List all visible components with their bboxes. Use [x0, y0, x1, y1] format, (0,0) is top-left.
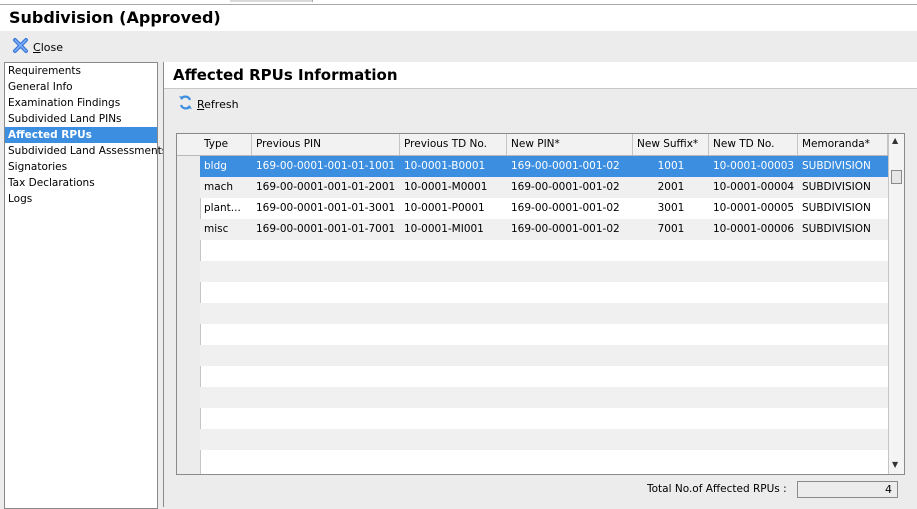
vertical-scrollbar[interactable]: ▲ ▼ [888, 134, 904, 474]
table-header: Type Previous PIN Previous TD No. New PIN* N… [177, 134, 888, 156]
window-title: Subdivision (Approved) [9, 8, 221, 27]
table-cell: 169-00-0001-001-01-3001 [256, 202, 396, 214]
table-cell: 169-00-0001-001-02 [511, 202, 620, 214]
column-header[interactable]: Memoranda* [798, 134, 888, 155]
scroll-down-icon[interactable]: ▼ [892, 460, 898, 469]
table-cell: 169-00-0001-001-02 [511, 223, 620, 235]
table-cell: 10-0001-P0001 [404, 202, 485, 214]
scroll-thumb[interactable] [891, 170, 902, 184]
table-cell: 10-0001-00004 [713, 181, 795, 193]
table-cell: 10-0001-00005 [713, 202, 795, 214]
column-header[interactable]: Type [200, 134, 252, 155]
table-cell: 169-00-0001-001-02 [511, 181, 620, 193]
sidebar-item-subdivided-land-assessments[interactable]: Subdivided Land Assessments [5, 143, 167, 159]
refresh-icon [178, 95, 193, 113]
tab-indicator [230, 0, 313, 2]
table-row[interactable] [200, 366, 888, 387]
table-cell: 2001 [657, 181, 685, 193]
table-row[interactable] [200, 261, 888, 282]
table-cell: mach [204, 181, 234, 193]
sidebar-item-affected-rpus[interactable]: Affected RPUs [5, 127, 157, 143]
table-row[interactable] [200, 324, 888, 345]
table-row[interactable] [200, 450, 888, 471]
rpu-table: Type Previous PIN Previous TD No. New PIN* N… [176, 133, 905, 475]
sidebar-item-requirements[interactable]: Requirements [5, 63, 157, 79]
column-header[interactable]: Previous PIN [252, 134, 400, 155]
table-cell: 1001 [657, 160, 685, 172]
table-cell: 10-0001-MI001 [404, 223, 484, 235]
table-cell: 169-00-0001-001-02 [511, 160, 620, 172]
table-cell: SUBDIVISION [802, 223, 871, 235]
column-header[interactable]: New TD No. [709, 134, 798, 155]
sidebar-item-examination-findings[interactable]: Examination Findings [5, 95, 157, 111]
table-row[interactable]: misc 169-00-0001-001-01-7001 10-0001-MI001… [200, 219, 888, 240]
row-header-column [177, 156, 201, 474]
sidebar-item-logs[interactable]: Logs [5, 191, 157, 207]
table-cell: SUBDIVISION [802, 181, 871, 193]
refresh-button[interactable]: Refresh [178, 95, 239, 113]
refresh-label: Refresh [197, 97, 239, 111]
column-header[interactable]: Previous TD No. [400, 134, 507, 155]
toolbar: Close [0, 31, 917, 61]
table-row[interactable] [200, 429, 888, 450]
table-row[interactable] [200, 303, 888, 324]
table-cell: bldg [204, 160, 227, 172]
table-row[interactable]: mach 169-00-0001-001-01-2001 10-0001-M0001… [200, 177, 888, 198]
total-label: Total No.of Affected RPUs : [647, 483, 787, 495]
table-cell: 169-00-0001-001-01-1001 [256, 160, 396, 172]
table-row[interactable] [200, 408, 888, 429]
table-row[interactable]: plant... 169-00-0001-001-01-3001 10-0001-P… [200, 198, 888, 219]
sidebar-item-tax-declarations[interactable]: Tax Declarations [5, 175, 157, 191]
table-cell: 3001 [657, 202, 685, 214]
total-value: 4 [797, 481, 898, 498]
table-body: bldg 169-00-0001-001-01-1001 10-0001-B0001… [200, 156, 888, 474]
table-cell: SUBDIVISION [802, 202, 871, 214]
table-cell: 10-0001-B0001 [404, 160, 486, 172]
title-bar: Subdivision (Approved) [0, 4, 917, 32]
table-cell: SUBDIVISION [802, 160, 871, 172]
section-title: Affected RPUs Information [173, 66, 398, 84]
table-cell: 10-0001-00003 [713, 160, 795, 172]
table-row[interactable] [200, 240, 888, 261]
close-icon [12, 37, 29, 57]
section-header: Affected RPUs Information [164, 62, 917, 89]
table-cell: misc [204, 223, 229, 235]
table-row[interactable]: bldg 169-00-0001-001-01-1001 10-0001-B0001… [200, 156, 888, 177]
table-row[interactable] [200, 282, 888, 303]
sidebar-item-general-info[interactable]: General Info [5, 79, 157, 95]
table-row[interactable] [200, 345, 888, 366]
table-cell: 169-00-0001-001-01-2001 [256, 181, 396, 193]
table-cell: 10-0001-00006 [713, 223, 795, 235]
sidebar-item-subdivided-land-pins[interactable]: Subdivided Land PINs [5, 111, 157, 127]
main-panel: Affected RPUs Information Refresh Type Pr… [163, 62, 917, 507]
column-header[interactable]: New PIN* [507, 134, 633, 155]
table-cell: 10-0001-M0001 [404, 181, 488, 193]
sidebar: Requirements General Info Examination Find… [4, 62, 167, 509]
scroll-up-icon[interactable]: ▲ [892, 136, 898, 145]
sidebar-item-signatories[interactable]: Signatories [5, 159, 157, 175]
table-cell: 169-00-0001-001-01-7001 [256, 223, 396, 235]
close-button[interactable]: Close [12, 37, 63, 57]
close-label: Close [33, 40, 63, 54]
table-cell: 7001 [657, 223, 685, 235]
column-header[interactable]: New Suffix* [633, 134, 709, 155]
table-row[interactable] [200, 387, 888, 408]
table-cell: plant... [204, 202, 241, 214]
